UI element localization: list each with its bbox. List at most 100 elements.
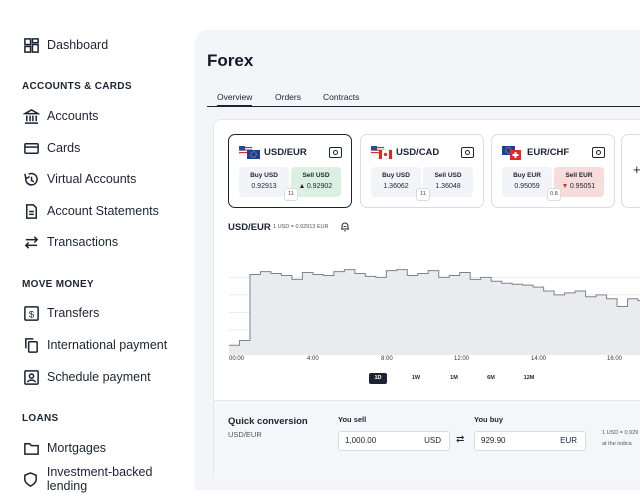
buy-currency: EUR <box>560 436 577 445</box>
sidebar-item-schedule-payment[interactable]: Schedule payment <box>22 366 151 388</box>
sidebar-item-label: Mortgages <box>47 441 107 455</box>
x-tick-label: 12:00 <box>454 356 470 362</box>
sidebar-item-label: Cards <box>47 141 81 155</box>
sidebar-item-cards[interactable]: Cards <box>22 137 80 159</box>
sidebar-item-international-payment[interactable]: International payment <box>22 334 167 356</box>
sell-label: Sell USD <box>434 172 462 179</box>
sidebar: Dashboard ACCOUNTS & CARDS Accounts Card… <box>0 0 195 493</box>
buy-label: Buy EUR <box>513 172 541 179</box>
range-1m-button[interactable]: 1M <box>445 373 463 384</box>
quick-conversion-title: Quick conversion <box>228 416 308 427</box>
sidebar-item-accounts[interactable]: Accounts <box>22 105 98 127</box>
sell-box[interactable]: Sell USD 0.92902 <box>291 167 341 197</box>
us-ca-flag-icon <box>371 146 393 160</box>
you-sell-label: You sell <box>338 415 367 424</box>
conversion-note-text: at the indica <box>602 441 632 447</box>
buy-amount-value: 929.90 <box>481 436 506 445</box>
bank-icon <box>22 107 40 125</box>
sidebar-item-mortgages[interactable]: Mortgages <box>22 437 106 459</box>
sidebar-item-virtual-accounts[interactable]: Virtual Accounts <box>22 168 136 190</box>
rate-chart[interactable] <box>229 250 640 365</box>
buy-value: 0.95059 <box>514 183 540 190</box>
buy-label: Buy USD <box>382 172 410 179</box>
calendar-user-icon <box>22 368 40 386</box>
sell-value: 0.95051 <box>569 183 596 190</box>
pair-code: USD/EUR <box>264 147 307 158</box>
quick-conversion-panel: Quick conversion USD/EUR You sell 1,000.… <box>214 400 640 481</box>
sell-value: 0.92902 <box>306 183 333 190</box>
sell-value: 1.36048 <box>435 183 461 190</box>
section-title-move-money: MOVE MONEY <box>22 279 94 290</box>
add-pair-button[interactable]: + <box>621 134 640 208</box>
sidebar-item-label: Account Statements <box>47 204 159 218</box>
dashboard-icon <box>22 36 40 54</box>
tab-overview[interactable]: Overview <box>217 92 253 107</box>
sidebar-item-label: Schedule payment <box>47 370 151 384</box>
pair-card-usd-cad[interactable]: USD/CAD Buy USD 1.36062 Sell USD 1.36048… <box>360 134 484 208</box>
dollar-icon: $ <box>22 304 40 322</box>
pair-code: USD/CAD <box>396 147 440 158</box>
pair-card-usd-eur[interactable]: USD/EUR Buy USD 0.92913 Sell USD 0.92902… <box>228 134 352 208</box>
x-tick-label: 00:00 <box>229 356 245 362</box>
conversion-rate-note: 1 USD = 0.929 <box>602 430 639 436</box>
sell-label: Sell USD <box>302 172 330 179</box>
section-title-loans: LOANS <box>22 413 59 424</box>
shield-icon <box>22 470 40 488</box>
spread-badge: 11 <box>416 188 430 201</box>
swap-arrows-icon <box>22 233 40 251</box>
buy-value: 1.36062 <box>383 183 409 190</box>
cash-icon[interactable] <box>461 147 474 158</box>
x-tick-label: 4:00 <box>307 356 319 362</box>
up-arrow-icon <box>299 184 304 189</box>
sell-amount-input[interactable]: 1,000.00 USD <box>338 431 450 451</box>
main-panel: Forex Overview Orders Contracts USD/EUR … <box>195 30 640 490</box>
cash-icon[interactable] <box>592 147 605 158</box>
range-6m-button[interactable]: 6M <box>482 373 500 384</box>
buy-amount-input[interactable]: 929.90 EUR <box>474 431 586 451</box>
sidebar-item-label: International payment <box>47 338 168 352</box>
sidebar-item-account-statements[interactable]: Account Statements <box>22 200 159 222</box>
range-1w-button[interactable]: 1W <box>407 373 425 384</box>
svg-text:$: $ <box>28 309 34 320</box>
quick-conversion-pair: USD/EUR <box>228 430 262 439</box>
sell-amount-value: 1,000.00 <box>345 436 377 445</box>
sidebar-item-label: Transactions <box>47 235 119 249</box>
pair-code: EUR/CHF <box>527 147 570 158</box>
virtual-account-icon <box>22 170 40 188</box>
forex-card: USD/EUR Buy USD 0.92913 Sell USD 0.92902… <box>213 119 640 481</box>
document-icon <box>22 202 40 220</box>
sell-label: Sell EUR <box>565 172 593 179</box>
bell-alert-icon[interactable] <box>340 221 350 232</box>
copy-icon <box>22 336 40 354</box>
sidebar-item-transactions[interactable]: Transactions <box>22 231 118 253</box>
tab-orders[interactable]: Orders <box>275 92 301 102</box>
sidebar-item-label: Investment-backed lending <box>46 465 153 493</box>
folder-icon <box>22 439 40 457</box>
sell-box[interactable]: Sell EUR 0.95051 <box>554 167 604 197</box>
sidebar-item-investment-backed-lending[interactable]: Investment-backed lending <box>22 465 195 493</box>
swap-currencies-icon[interactable]: ⇄ <box>456 434 464 445</box>
section-title-accounts-cards: ACCOUNTS & CARDS <box>22 81 132 92</box>
card-icon <box>22 139 40 157</box>
sidebar-item-label: Transfers <box>47 306 100 320</box>
buy-box[interactable]: Buy EUR 0.95059 <box>502 167 552 197</box>
eu-ch-flag-icon <box>502 146 521 160</box>
tab-contracts[interactable]: Contracts <box>323 92 359 102</box>
tab-bar: Overview Orders Contracts <box>207 90 640 107</box>
buy-box[interactable]: Buy USD 1.36062 <box>371 167 421 197</box>
buy-box[interactable]: Buy USD 0.92913 <box>239 167 289 197</box>
sidebar-item-transfers[interactable]: $ Transfers <box>22 302 99 324</box>
pair-card-eur-chf[interactable]: EUR/CHF Buy EUR 0.95059 Sell EUR 0.95051… <box>491 134 615 208</box>
x-tick-label: 8:00 <box>381 356 393 362</box>
range-12m-button[interactable]: 12M <box>520 373 538 384</box>
down-arrow-icon <box>562 184 567 189</box>
spread-badge: 11 <box>284 188 298 201</box>
sidebar-item-dashboard[interactable]: Dashboard <box>22 34 108 56</box>
sell-box[interactable]: Sell USD 1.36048 <box>423 167 473 197</box>
sell-currency: USD <box>424 436 441 445</box>
range-1d-button[interactable]: 1D <box>369 373 387 384</box>
plus-icon: + <box>633 162 640 177</box>
cash-icon[interactable] <box>329 147 342 158</box>
chart-rate: 1 USD = 0.92913 EUR <box>273 224 329 230</box>
spread-badge: 0.8 <box>547 188 561 201</box>
